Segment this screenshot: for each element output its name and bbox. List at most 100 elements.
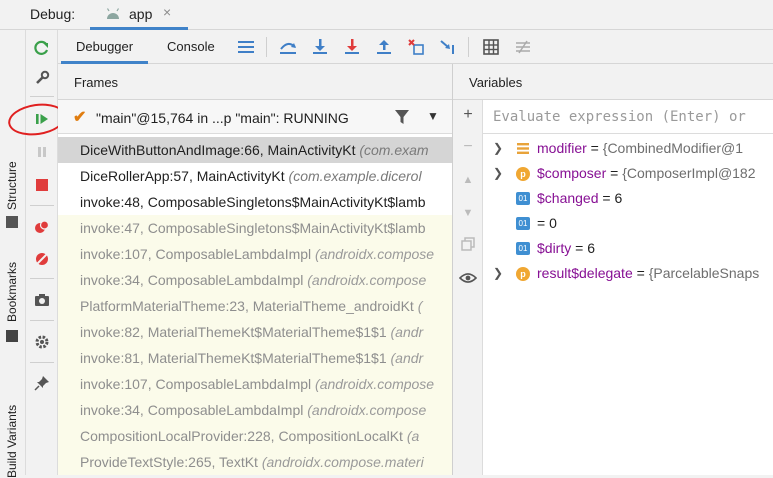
- frame-package: (androidx.compose: [315, 246, 435, 262]
- frame-row[interactable]: DiceRollerApp:57, MainActivityKt (com.ex…: [58, 163, 452, 189]
- variables-header: Variables: [453, 64, 773, 100]
- chevron-down-icon[interactable]: ▼: [427, 109, 439, 123]
- parameter-icon: p: [516, 267, 530, 281]
- frame-method: PlatformMaterialTheme:23, MaterialTheme_…: [80, 298, 414, 314]
- tab-debugger[interactable]: Debugger: [60, 39, 149, 64]
- frame-row[interactable]: PlatformMaterialTheme:23, MaterialTheme_…: [58, 293, 452, 319]
- primitive-icon: 01: [516, 217, 530, 230]
- filter-icon[interactable]: [394, 109, 410, 125]
- structure-icon: [6, 216, 18, 228]
- evaluate-expression-field[interactable]: [483, 100, 773, 134]
- frames-title: Frames: [74, 75, 119, 90]
- frame-row[interactable]: invoke:107, ComposableLambdaImpl (androi…: [58, 241, 452, 267]
- frame-method: invoke:107, ComposableLambdaImpl: [80, 246, 312, 262]
- variable-name: $composer: [537, 165, 607, 181]
- move-up-icon[interactable]: ▲: [458, 170, 478, 190]
- debug-actions-column: [26, 30, 58, 475]
- step-over-icon[interactable]: [278, 37, 298, 57]
- frame-method: invoke:81, MaterialThemeKt$MaterialTheme…: [80, 350, 387, 366]
- frame-package: (androidx.compose: [307, 272, 427, 288]
- frame-row[interactable]: invoke:48, ComposableSingletons$MainActi…: [58, 189, 452, 215]
- rerun-icon[interactable]: [32, 38, 52, 58]
- frame-method: invoke:82, MaterialThemeKt$MaterialTheme…: [80, 324, 387, 340]
- move-down-icon[interactable]: ▼: [458, 203, 478, 223]
- frame-row[interactable]: invoke:34, ComposableLambdaImpl (android…: [58, 267, 452, 293]
- checkmark-icon: ✔: [73, 109, 87, 126]
- force-step-into-icon[interactable]: [342, 37, 362, 57]
- frame-row[interactable]: invoke:82, MaterialThemeKt$MaterialTheme…: [58, 319, 452, 345]
- android-icon: [106, 8, 120, 19]
- frame-method: invoke:47, ComposableSingletons$MainActi…: [80, 220, 426, 236]
- frame-package: (androidx.compose: [315, 376, 435, 392]
- frame-package: (: [417, 298, 423, 314]
- variable-row[interactable]: 01 = 0: [483, 211, 773, 236]
- variables-title: Variables: [469, 75, 523, 90]
- frame-method: invoke:107, ComposableLambdaImpl: [80, 376, 312, 392]
- pause-icon[interactable]: [32, 142, 52, 162]
- close-tab-icon[interactable]: ×: [163, 4, 171, 20]
- run-to-cursor-icon[interactable]: [438, 37, 458, 57]
- frame-package: (com.exam: [359, 142, 429, 158]
- structure-tool-tab[interactable]: Structure: [5, 161, 19, 210]
- bookmarks-tool-tab[interactable]: Bookmarks: [5, 262, 19, 322]
- step-out-icon[interactable]: [374, 37, 394, 57]
- menu-icon[interactable]: [236, 37, 256, 57]
- app-tab[interactable]: app ×: [90, 0, 188, 30]
- frame-row[interactable]: invoke:107, ComposableLambdaImpl (androi…: [58, 371, 452, 397]
- frame-row[interactable]: CompositionLocalProvider:228, Compositio…: [58, 423, 452, 449]
- frame-method: invoke:34, ComposableLambdaImpl: [80, 402, 304, 418]
- chevron-right-icon[interactable]: ❯: [493, 136, 503, 161]
- chevron-right-icon[interactable]: ❯: [493, 161, 503, 186]
- frame-row[interactable]: invoke:47, ComposableSingletons$MainActi…: [58, 215, 452, 241]
- trace-icon[interactable]: [513, 37, 533, 57]
- variable-name: $changed: [537, 190, 599, 206]
- frame-method: DiceWithButtonAndImage:66, MainActivityK…: [80, 142, 356, 158]
- variables-tree: ❯ modifier = {CombinedModifier@1 ❯ p $co…: [483, 134, 773, 475]
- debug-label: Debug:: [30, 6, 76, 22]
- step-into-icon[interactable]: [310, 37, 330, 57]
- frame-row[interactable]: invoke:34, ComposableLambdaImpl (android…: [58, 397, 452, 423]
- parameter-icon: p: [516, 167, 530, 181]
- chevron-right-icon[interactable]: ❯: [493, 261, 503, 286]
- remove-watch-icon[interactable]: −: [458, 137, 478, 157]
- view-breakpoints-icon[interactable]: [32, 217, 52, 237]
- frame-package: (andr: [390, 350, 424, 366]
- pin-icon[interactable]: [32, 373, 52, 393]
- add-watch-icon[interactable]: +: [458, 105, 478, 125]
- stop-icon[interactable]: [32, 175, 52, 195]
- frame-row[interactable]: invoke:81, MaterialThemeKt$MaterialTheme…: [58, 345, 452, 371]
- variable-row[interactable]: 01 $dirty = 6: [483, 236, 773, 261]
- frame-method: CompositionLocalProvider:228, Compositio…: [80, 428, 403, 444]
- variable-value: {CombinedModifier@1: [602, 140, 744, 156]
- variable-row[interactable]: ❯ modifier = {CombinedModifier@1: [483, 136, 773, 161]
- variable-value: {ComposerImpl@182: [622, 165, 756, 181]
- thread-selector[interactable]: ✔ "main"@15,764 in ...p "main": RUNNING …: [58, 100, 452, 134]
- tab-console[interactable]: Console: [167, 39, 215, 54]
- drop-frame-icon[interactable]: [406, 37, 426, 57]
- eye-icon[interactable]: [458, 268, 478, 288]
- duplicate-icon[interactable]: [458, 234, 478, 254]
- mute-breakpoints-icon[interactable]: [32, 249, 52, 269]
- evaluate-expression-icon[interactable]: [481, 37, 501, 57]
- evaluate-expression-input[interactable]: [491, 106, 771, 128]
- primitive-icon: 01: [516, 192, 530, 205]
- frame-row[interactable]: ProvideTextStyle:265, TextKt (androidx.c…: [58, 449, 452, 475]
- camera-icon[interactable]: [32, 290, 52, 310]
- frame-package: (androidx.compose: [307, 402, 427, 418]
- field-icon: [516, 142, 530, 155]
- debug-tab-bar: Debug: app ×: [0, 0, 773, 30]
- variable-row[interactable]: ❯ p result$delegate = {ParcelableSnaps: [483, 261, 773, 286]
- frame-row[interactable]: DiceWithButtonAndImage:66, MainActivityK…: [58, 137, 452, 163]
- variable-row[interactable]: 01 $changed = 6: [483, 186, 773, 211]
- variable-value: 6: [587, 240, 595, 256]
- variable-row[interactable]: ❯ p $composer = {ComposerImpl@182: [483, 161, 773, 186]
- debugger-toolbar: Debugger Console: [58, 30, 773, 64]
- left-tool-strip: Structure Bookmarks Build Variants: [0, 30, 26, 478]
- primitive-icon: 01: [516, 242, 530, 255]
- variable-value: 0: [549, 215, 557, 231]
- frame-method: DiceRollerApp:57, MainActivityKt: [80, 168, 285, 184]
- wrench-icon[interactable]: [32, 68, 52, 88]
- build-variants-tool-tab[interactable]: Build Variants: [5, 405, 19, 478]
- settings-icon[interactable]: [32, 332, 52, 352]
- variable-name: result$delegate: [537, 265, 633, 281]
